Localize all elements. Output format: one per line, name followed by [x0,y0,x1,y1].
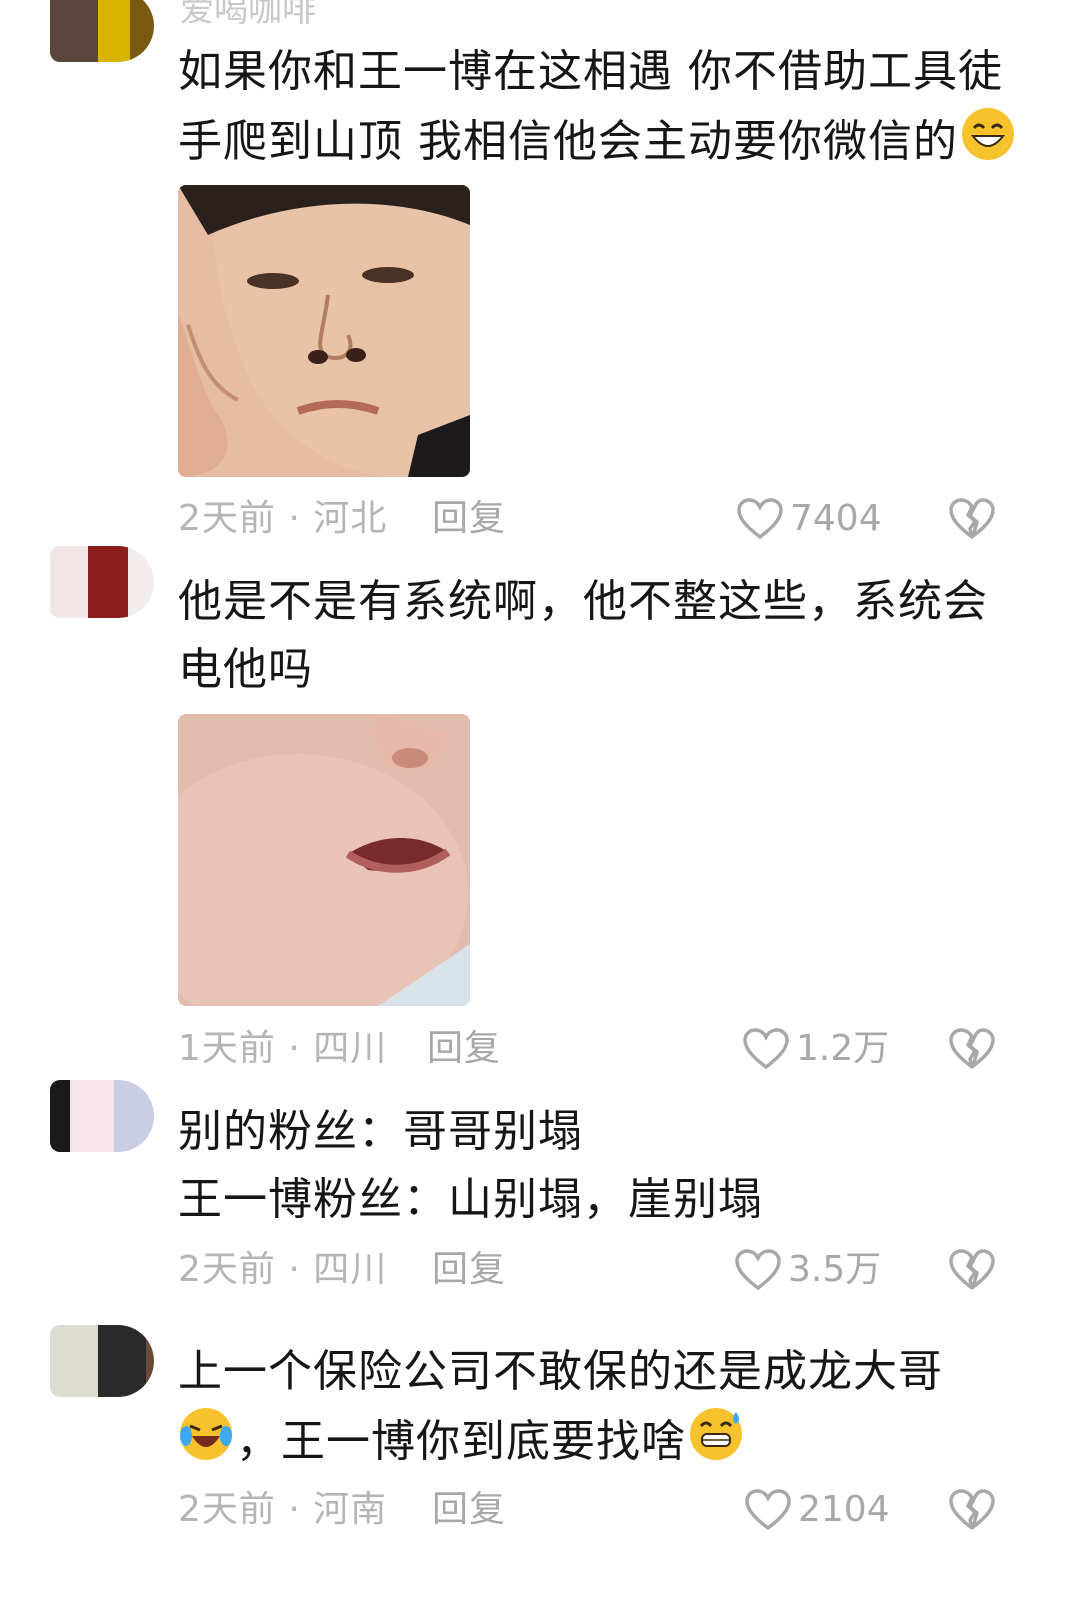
like-count: 7404 [790,498,882,539]
username[interactable]: 爱喝咖啡 [180,0,316,31]
separator: · [288,498,301,539]
comment-line: 他是不是有系统啊，他不整这些，系统会 [178,576,988,627]
like-button[interactable]: 1.2万 [742,1027,889,1071]
comment-meta: 2天前 · 四川 [178,1248,387,1292]
dislike-button[interactable] [948,1488,996,1536]
comment-line: 别的粉丝：哥哥别塌 [178,1106,583,1157]
like-button[interactable]: 2104 [744,1488,890,1532]
location: 四川 [313,1249,388,1290]
comment-line: 上一个保险公司不敢保的还是成龙大哥 [178,1346,943,1397]
comment-meta: 2天前 · 河北 [178,497,387,541]
comment-line: 如果你和王一博在这相遇 你不借助工具徒 [178,46,1003,97]
reply-button[interactable]: 回复 [432,497,506,541]
heart-icon [737,498,783,540]
laugh-cry-emoji [178,1406,234,1482]
comment-line: 手爬到山顶 我相信他会主动要你微信的 [178,106,1028,182]
timestamp: 2天前 [178,1489,276,1530]
reply-button[interactable]: 回复 [427,1027,501,1071]
timestamp: 2天前 [178,1249,276,1290]
dislike-button[interactable] [948,1027,996,1075]
comment-text: 上一个保险公司不敢保的还是成龙大哥 ，王一博你到底要找啥 [178,1338,1028,1482]
location: 河北 [313,498,388,539]
broken-heart-icon [949,1249,995,1290]
heart-icon [735,1249,781,1291]
dislike-button[interactable] [948,1248,996,1296]
like-button[interactable]: 7404 [736,497,882,541]
like-count: 1.2万 [796,1028,890,1069]
timestamp: 2天前 [178,498,276,539]
comment-line: 王一博粉丝：山别塌，崖别塌 [178,1174,763,1225]
meme-image-baby[interactable] [178,714,470,1006]
dislike-button[interactable] [948,497,996,545]
location: 四川 [313,1028,388,1069]
avatar[interactable] [50,0,154,62]
comment-line: 电他吗 [178,644,313,695]
like-count: 3.5万 [788,1249,882,1290]
sweat-grin-emoji [688,1406,746,1482]
like-button[interactable]: 3.5万 [734,1248,881,1292]
comment-line: ，王一博你到底要找啥 [178,1406,1028,1482]
reply-button[interactable]: 回复 [432,1248,506,1292]
broken-heart-icon [949,1489,995,1530]
broken-heart-icon [949,498,995,539]
comment-meta: 2天前 · 河南 [178,1488,387,1532]
avatar[interactable] [50,546,154,618]
grin-emoji [960,106,1016,182]
heart-icon [743,1028,789,1070]
location: 河南 [313,1489,388,1530]
comment-text: 别的粉丝：哥哥别塌 王一博粉丝：山别塌，崖别塌 [178,1098,1028,1234]
separator: · [288,1249,301,1290]
comment-text: 他是不是有系统啊，他不整这些，系统会 电他吗 [178,568,1028,704]
broken-heart-icon [949,1028,995,1069]
like-count: 2104 [798,1489,890,1530]
meme-image-face[interactable] [178,185,470,477]
comment-text: 如果你和王一博在这相遇 你不借助工具徒 手爬到山顶 我相信他会主动要你微信的 [178,38,1028,182]
reply-button[interactable]: 回复 [432,1488,506,1532]
avatar[interactable] [50,1080,154,1152]
avatar[interactable] [50,1325,154,1397]
comment-meta: 1天前 · 四川 [178,1027,387,1071]
timestamp: 1天前 [178,1028,276,1069]
separator: · [288,1489,301,1530]
heart-icon [745,1489,791,1531]
separator: · [288,1028,301,1069]
